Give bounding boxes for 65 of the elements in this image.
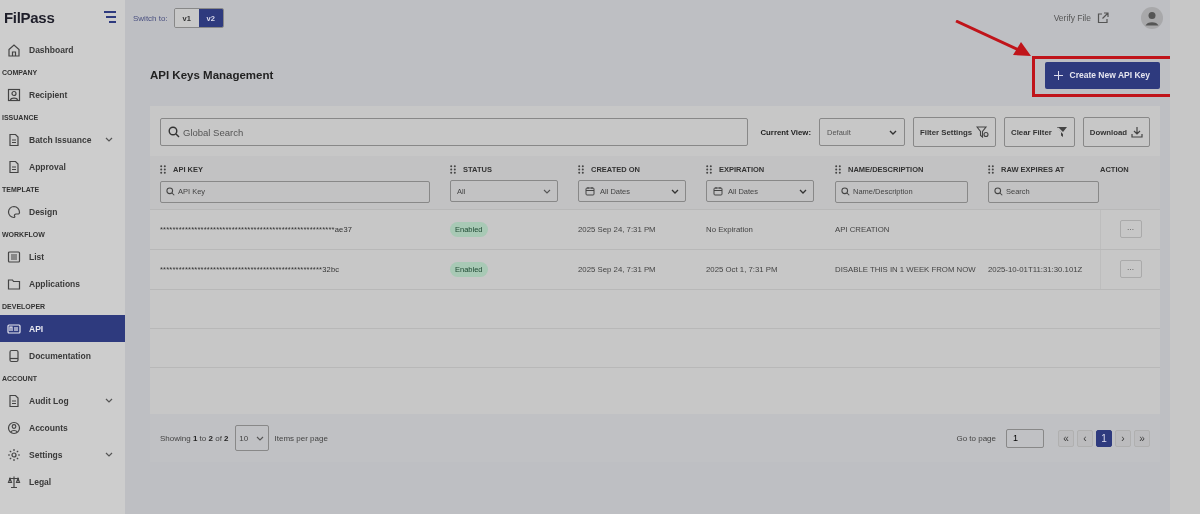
document-icon — [7, 132, 21, 147]
go-to-page-field[interactable]: 1 — [1006, 428, 1044, 448]
search-icon — [841, 187, 850, 196]
verify-file-link[interactable]: Verify File — [1053, 13, 1091, 23]
create-api-key-button[interactable]: Create New API Key — [1044, 61, 1160, 89]
page-button[interactable]: 1 — [1096, 429, 1112, 447]
chevron-down-icon — [105, 398, 113, 403]
chevron-down-icon — [889, 129, 897, 135]
book-icon — [7, 348, 21, 363]
switch-label: Switch to: — [133, 13, 168, 23]
logo: FilPass — [4, 8, 55, 26]
filter-settings-icon — [976, 126, 989, 138]
clear-filter-icon — [1055, 126, 1068, 138]
sidebar-item[interactable]: Audit Log — [0, 387, 125, 414]
global-search-field[interactable]: Global Search — [160, 118, 749, 146]
drag-handle-icon[interactable] — [988, 164, 994, 174]
page-title: API Keys Management — [150, 69, 274, 81]
sidebar-item[interactable]: Design — [0, 198, 125, 225]
api-icon — [7, 321, 21, 336]
sidebar-item[interactable]: API — [0, 315, 125, 342]
gear-icon — [7, 447, 21, 462]
download-icon — [1131, 126, 1143, 138]
search-icon — [166, 187, 175, 196]
folder-icon — [7, 276, 21, 291]
calendar-icon — [713, 186, 723, 196]
sidebar-item[interactable]: Dashboard — [0, 36, 125, 63]
search-icon — [168, 126, 180, 138]
menu-icon[interactable] — [103, 11, 117, 23]
sidebar-item[interactable]: Batch Issuance — [0, 126, 125, 153]
sidebar-item[interactable]: Applications — [0, 270, 125, 297]
plus-icon — [1053, 70, 1063, 80]
avatar-icon[interactable] — [1141, 7, 1163, 29]
sidebar-item[interactable]: Accounts — [0, 414, 125, 441]
sidebar-item[interactable]: Legal — [0, 468, 125, 495]
calendar-icon — [585, 186, 595, 196]
sidebar-item[interactable]: Settings — [0, 441, 125, 468]
drag-handle-icon[interactable] — [160, 164, 166, 174]
drag-handle-icon[interactable] — [706, 164, 712, 174]
person-icon — [7, 420, 21, 435]
sidebar-item[interactable]: Approval — [0, 153, 125, 180]
drag-handle-icon[interactable] — [450, 164, 456, 174]
chevron-down-icon — [543, 188, 551, 194]
sidebar-item[interactable]: Documentation — [0, 342, 125, 369]
external-link-icon — [1097, 12, 1109, 24]
go-to-page-label: Go to page — [956, 433, 996, 443]
chevron-down-icon — [105, 137, 113, 142]
palette-icon — [7, 204, 21, 219]
chevron-down-icon — [105, 452, 113, 457]
showing-text: Showing 1 to 2 of 2 — [160, 433, 229, 443]
chevron-down-icon — [671, 188, 679, 194]
search-icon — [994, 187, 1003, 196]
drag-handle-icon[interactable] — [835, 164, 841, 174]
person-card-icon — [7, 87, 21, 102]
sidebar-item[interactable]: List — [0, 243, 125, 270]
document-icon — [7, 393, 21, 408]
scales-icon — [7, 474, 21, 489]
home-icon — [7, 42, 21, 57]
document-icon — [7, 159, 21, 174]
list-icon — [7, 249, 21, 264]
per-page-dropdown[interactable]: 10 — [234, 425, 269, 451]
drag-handle-icon[interactable] — [578, 164, 584, 174]
per-page-label: Items per page — [274, 433, 328, 443]
chevron-down-icon — [255, 435, 264, 441]
chevron-down-icon — [799, 188, 807, 194]
sidebar-item[interactable]: Recipient — [0, 81, 125, 108]
